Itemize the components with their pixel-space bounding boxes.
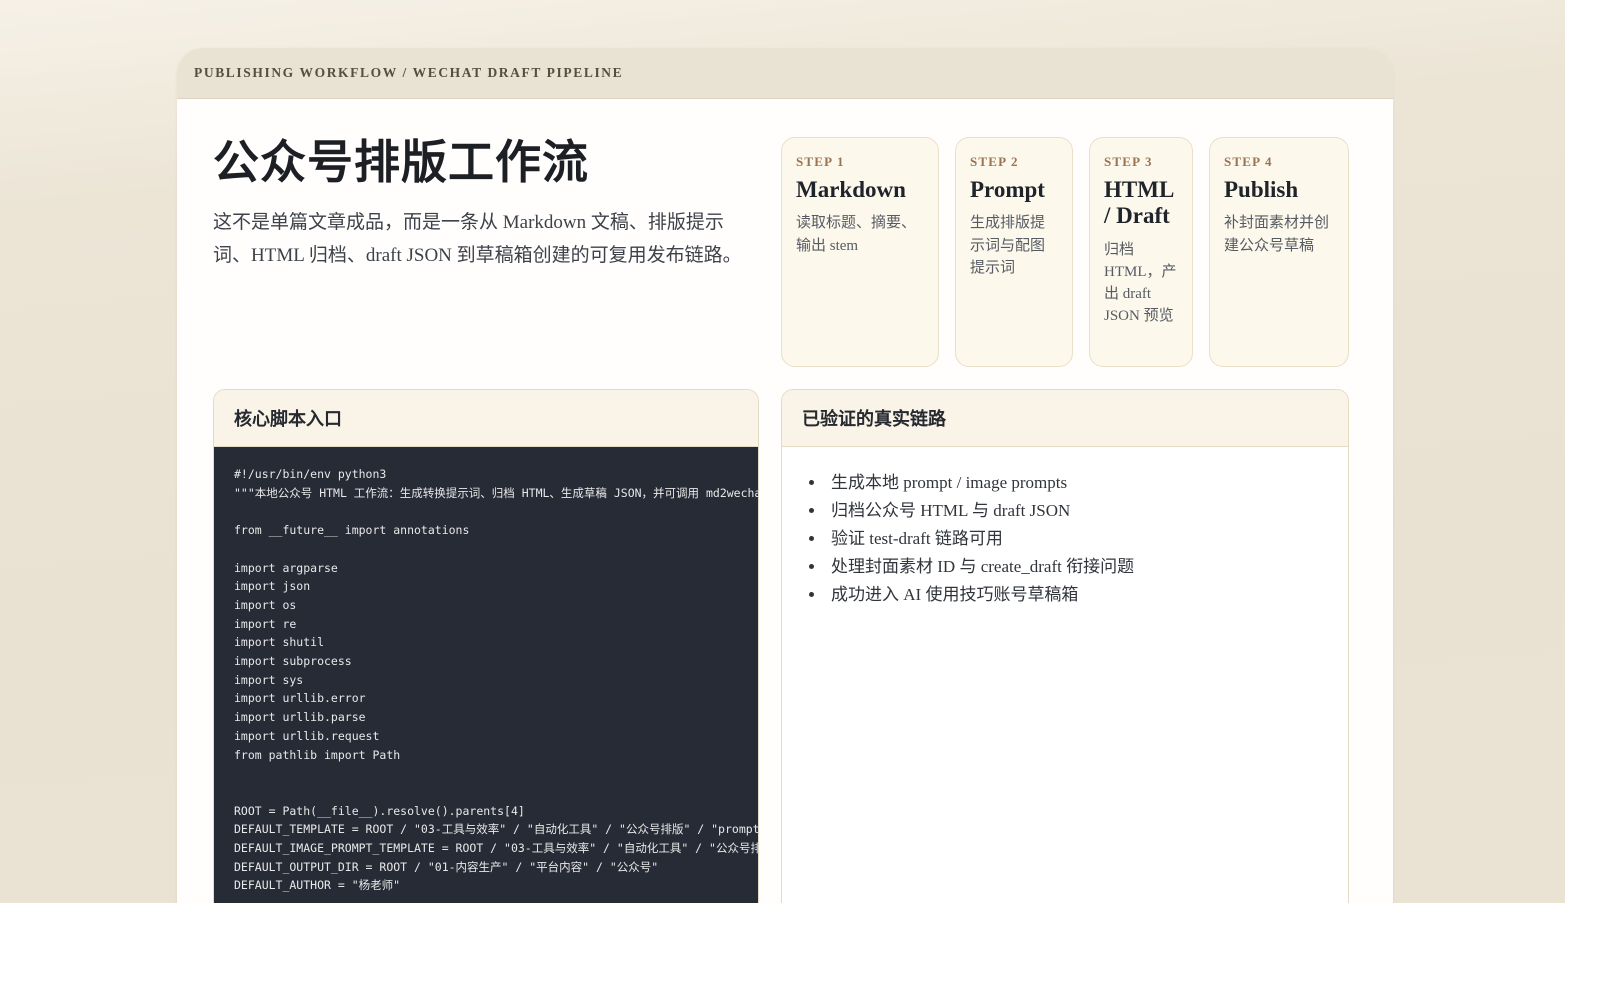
steps-row: STEP 1 Markdown 读取标题、摘要、输出 stem STEP 2 P… <box>781 137 1349 367</box>
verified-list: 生成本地 prompt / image prompts 归档公众号 HTML 与… <box>806 469 1324 609</box>
verified-panel-title: 已验证的真实链路 <box>802 409 946 429</box>
card-header-strip: PUBLISHING WORKFLOW / WECHAT DRAFT PIPEL… <box>177 48 1393 99</box>
page-background: PUBLISHING WORKFLOW / WECHAT DRAFT PIPEL… <box>0 0 1565 903</box>
list-item: 验证 test-draft 链路可用 <box>826 525 1324 553</box>
card-body: 公众号排版工作流 这不是单篇文章成品，而是一条从 Markdown 文稿、排版提… <box>177 99 1393 903</box>
script-panel-title: 核心脚本入口 <box>234 409 342 429</box>
step-card-html-draft: STEP 3 HTML / Draft 归档 HTML，产出 draft JSO… <box>1089 137 1193 367</box>
step-description: 生成排版提示词与配图提示词 <box>970 215 1046 276</box>
step-description: 归档 HTML，产出 draft JSON 预览 <box>1104 241 1177 325</box>
step-description: 补封面素材并创建公众号草稿 <box>1224 215 1330 254</box>
script-entry-panel: 核心脚本入口 #!/usr/bin/env python3 """本地公众号 H… <box>213 389 759 903</box>
step-title: Publish <box>1224 177 1299 202</box>
list-item: 生成本地 prompt / image prompts <box>826 469 1324 497</box>
breadcrumb: PUBLISHING WORKFLOW / WECHAT DRAFT PIPEL… <box>194 65 624 80</box>
step-title: Markdown <box>796 177 906 202</box>
script-panel-header: 核心脚本入口 <box>214 390 758 447</box>
step-label: STEP 4 <box>1224 154 1273 169</box>
page-title: 公众号排版工作流 <box>213 137 589 188</box>
step-label: STEP 3 <box>1104 154 1153 169</box>
step-description: 读取标题、摘要、输出 stem <box>796 215 917 254</box>
verified-panel-body: 生成本地 prompt / image prompts 归档公众号 HTML 与… <box>782 447 1348 903</box>
verified-links-panel: 已验证的真实链路 生成本地 prompt / image prompts 归档公… <box>781 389 1349 903</box>
step-label: STEP 2 <box>970 154 1019 169</box>
step-card-publish: STEP 4 Publish 补封面素材并创建公众号草稿 <box>1209 137 1349 367</box>
hero-section: 公众号排版工作流 这不是单篇文章成品，而是一条从 Markdown 文稿、排版提… <box>213 137 759 367</box>
list-item: 处理封面素材 ID 与 create_draft 衔接问题 <box>826 553 1324 581</box>
step-card-prompt: STEP 2 Prompt 生成排版提示词与配图提示词 <box>955 137 1073 367</box>
step-label: STEP 1 <box>796 154 845 169</box>
verified-panel-header: 已验证的真实链路 <box>782 390 1348 447</box>
step-title: Prompt <box>970 177 1045 202</box>
page-subtitle: 这不是单篇文章成品，而是一条从 Markdown 文稿、排版提示词、HTML 归… <box>213 211 742 266</box>
step-card-markdown: STEP 1 Markdown 读取标题、摘要、输出 stem <box>781 137 939 367</box>
list-item: 归档公众号 HTML 与 draft JSON <box>826 497 1324 525</box>
code-block: #!/usr/bin/env python3 """本地公众号 HTML 工作流… <box>214 447 758 903</box>
step-title: HTML / Draft <box>1104 177 1174 229</box>
list-item: 成功进入 AI 使用技巧账号草稿箱 <box>826 581 1324 609</box>
main-card: PUBLISHING WORKFLOW / WECHAT DRAFT PIPEL… <box>177 48 1393 903</box>
